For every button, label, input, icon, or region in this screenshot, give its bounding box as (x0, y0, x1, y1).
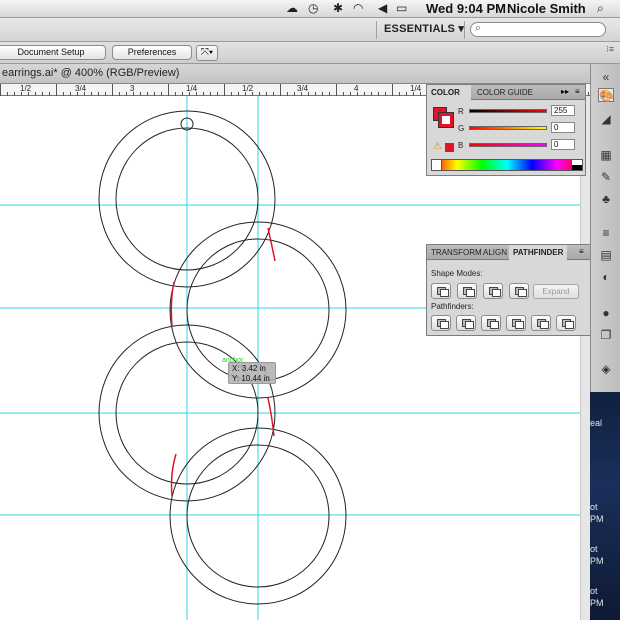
minus-back-button[interactable] (556, 315, 576, 331)
g-slider[interactable] (469, 126, 547, 130)
desktop-label[interactable]: eal (590, 418, 602, 428)
search-icon: ⌕ (475, 22, 482, 34)
shape-modes-label: Shape Modes: (431, 269, 483, 278)
tooltip-y: Y: 10.44 in (232, 374, 270, 383)
b-value-input[interactable]: 0 (551, 139, 575, 150)
none-swatch[interactable] (432, 160, 442, 170)
divider (376, 21, 377, 39)
pathfinders-label: Pathfinders: (431, 302, 474, 311)
volume-icon[interactable]: ◀ (378, 1, 387, 15)
gradient-icon[interactable]: ▤ (598, 248, 614, 262)
pathfinder-panel: TRANSFORM ALIGN PATHFINDER ≡ Shape Modes… (426, 244, 592, 336)
exclude-button[interactable] (509, 283, 529, 299)
panel-menu-icon[interactable]: ≡ (579, 247, 584, 256)
color-panel-icon[interactable]: 🎨 (598, 88, 614, 103)
cloud-icon[interactable]: ☁ (286, 1, 298, 15)
b-label: B (458, 141, 464, 150)
document-setup-button[interactable]: Document Setup (0, 45, 106, 60)
arrange-documents-icon[interactable]: ⤧▾ (196, 45, 218, 61)
workspace-switcher[interactable]: ESSENTIALS ▾ (384, 22, 464, 35)
panel-menu-icon[interactable]: ≡ (575, 87, 580, 96)
color-panel: COLOR COLOR GUIDE ▸▸ ≡ ⚠ R 255 G 0 B 0 (426, 84, 586, 176)
g-label: G (458, 124, 465, 133)
tooltip-x: X: 3.42 in (232, 364, 266, 373)
ruler-label: 1/2 (242, 84, 254, 93)
collapse-icon[interactable]: ▸▸ (561, 87, 569, 96)
ruler-label: 1/2 (20, 84, 32, 93)
desktop-label[interactable]: PM (590, 556, 604, 566)
desktop-label[interactable]: ot (590, 586, 598, 596)
panel-dock-strip: « 🎨 ◢ ▦ ✎ ♣ ≡ ▤ ◐ ● ❐ ◈ (590, 64, 620, 400)
tab-pathfinder[interactable]: PATHFINDER (509, 245, 568, 260)
document-title: earrings.ai* @ 400% (RGB/Preview) (2, 67, 180, 79)
menubar-user[interactable]: Nicole Smith (507, 1, 586, 16)
help-search-input[interactable]: ⌕ (470, 22, 606, 37)
application-bar: ESSENTIALS ▾ ⌕ (0, 18, 620, 42)
graphic-styles-icon[interactable]: ❐ (598, 328, 614, 342)
b-slider[interactable] (469, 143, 547, 147)
selection-highlight (170, 281, 175, 327)
wifi-icon[interactable]: ◠ (353, 1, 363, 15)
selection-highlight (267, 227, 276, 262)
brushes-icon[interactable]: ✎ (598, 170, 614, 184)
ruler-label: 3/4 (75, 84, 87, 93)
merge-button[interactable] (481, 315, 501, 331)
collapse-icon[interactable]: « (598, 70, 614, 84)
menubar-clock[interactable]: Wed 9:04 PM (426, 1, 506, 16)
desktop-label[interactable]: ot (590, 544, 598, 554)
spotlight-icon[interactable]: ⌕ (597, 1, 604, 16)
appearance-icon[interactable]: ● (598, 306, 614, 320)
control-bar: Document Setup Preferences ⤧▾ ⁝≡ (0, 42, 620, 64)
stroke-swatch[interactable] (438, 112, 454, 128)
battery-icon[interactable]: ▭ (396, 1, 407, 15)
outline-button[interactable] (531, 315, 551, 331)
panel-menu-icon[interactable]: ⁝≡ (606, 44, 614, 55)
ruler-label: 4 (354, 84, 359, 93)
document-tab[interactable]: earrings.ai* @ 400% (RGB/Preview) (0, 64, 590, 84)
r-slider[interactable] (469, 109, 547, 113)
r-value-input[interactable]: 255 (551, 105, 575, 116)
tab-transform[interactable]: TRANSFORM (427, 245, 486, 260)
coordinate-tooltip: X: 3.42 in Y: 10.44 in (228, 362, 276, 384)
g-value-input[interactable]: 0 (551, 122, 575, 133)
tab-align[interactable]: ALIGN (479, 245, 511, 260)
crop-button[interactable] (506, 315, 526, 331)
desktop-label[interactable]: PM (590, 514, 604, 524)
ruler-label: 3/4 (297, 84, 309, 93)
expand-button[interactable]: Expand (533, 284, 579, 299)
gamut-color-swatch[interactable] (445, 143, 454, 152)
r-label: R (458, 107, 464, 116)
transparency-icon[interactable]: ◐ (598, 270, 614, 284)
ruler-label: 3 (130, 84, 135, 93)
illustrator-window: ☁ ◷ ✱ ◠ ◀ ▭ Wed 9:04 PM Nicole Smith ⌕ E… (0, 0, 620, 620)
minus-front-button[interactable] (457, 283, 477, 299)
bluetooth-icon[interactable]: ✱ (333, 1, 343, 15)
trim-button[interactable] (456, 315, 476, 331)
color-spectrum[interactable] (431, 159, 583, 171)
ruler-label: 1/4 (186, 84, 198, 93)
tab-color[interactable]: COLOR (427, 85, 471, 100)
divide-button[interactable] (431, 315, 451, 331)
color-panel-tabs: COLOR COLOR GUIDE ▸▸ ≡ (427, 85, 585, 100)
intersect-button[interactable] (483, 283, 503, 299)
divider (464, 21, 465, 39)
stroke-icon[interactable]: ≡ (598, 226, 614, 240)
black-swatch[interactable] (572, 165, 582, 170)
desktop-label[interactable]: ot (590, 502, 598, 512)
out-of-gamut-warning-icon[interactable]: ⚠ (433, 141, 442, 152)
pathfinder-panel-tabs: TRANSFORM ALIGN PATHFINDER ≡ (427, 245, 591, 260)
color-guide-icon[interactable]: ◢ (598, 112, 614, 126)
swatches-icon[interactable]: ▦ (598, 148, 614, 162)
time-machine-icon[interactable]: ◷ (308, 1, 318, 15)
symbols-icon[interactable]: ♣ (598, 192, 614, 206)
layers-icon[interactable]: ◈ (598, 362, 614, 376)
desktop-label[interactable]: PM (590, 598, 604, 608)
unite-button[interactable] (431, 283, 451, 299)
mac-menubar: ☁ ◷ ✱ ◠ ◀ ▭ Wed 9:04 PM Nicole Smith ⌕ (0, 0, 620, 18)
preferences-button[interactable]: Preferences (112, 45, 192, 60)
selection-highlight (267, 397, 275, 437)
tab-color-guide[interactable]: COLOR GUIDE (473, 85, 537, 100)
ruler-label: 1/4 (410, 84, 422, 93)
